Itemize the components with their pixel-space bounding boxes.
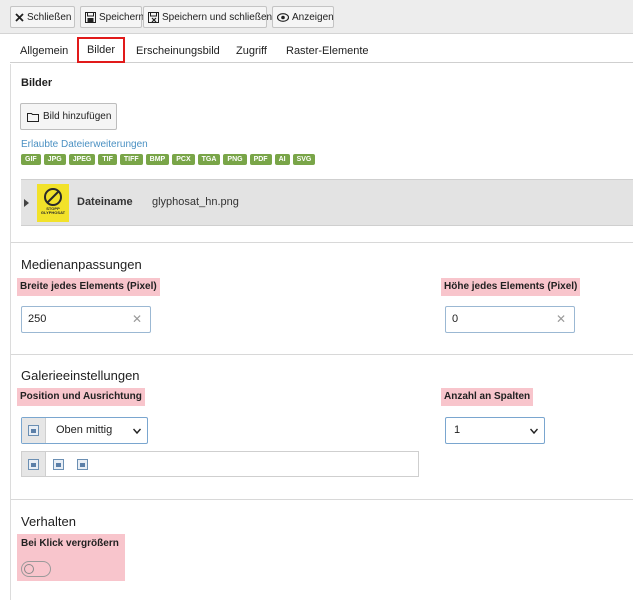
position-select-value: Oben mittig xyxy=(56,424,113,436)
filename-label: Dateiname xyxy=(77,196,133,208)
section-divider xyxy=(11,354,633,355)
position-select[interactable]: Oben mittig xyxy=(21,417,148,444)
clear-icon[interactable]: ✕ xyxy=(132,307,142,332)
tab-raster-elemente[interactable]: Raster-Elemente xyxy=(286,39,369,63)
section-divider xyxy=(11,499,633,500)
toolbar: Schließen Speichern Speichern und schlie… xyxy=(0,0,633,34)
columns-select[interactable]: 1 xyxy=(445,417,545,444)
click-enlarge-toggle[interactable] xyxy=(21,561,51,577)
extension-badge: PCX xyxy=(172,154,195,165)
toggle-knob xyxy=(24,564,34,574)
extension-badge: GIF xyxy=(21,154,41,165)
close-button[interactable]: Schließen xyxy=(10,6,75,28)
floppy-disk-icon xyxy=(85,11,96,23)
filename-value: glyphosat_hn.png xyxy=(152,196,239,208)
tab-content: Bilder Bild hinzufügen Erlaubte Dateierw… xyxy=(10,64,633,600)
expand-caret-icon[interactable] xyxy=(24,198,29,210)
clear-icon[interactable]: ✕ xyxy=(556,307,566,332)
add-image-label: Bild hinzufügen xyxy=(43,111,112,122)
save-and-close-button[interactable]: Speichern und schließen xyxy=(143,6,272,28)
position-options-bar xyxy=(21,451,419,477)
save-and-close-button-label: Speichern und schließen xyxy=(162,11,273,23)
extension-badge: BMP xyxy=(145,154,170,165)
extension-badge: TGA xyxy=(197,154,221,165)
position-option-top-center[interactable] xyxy=(46,452,70,476)
align-top-center-icon xyxy=(52,458,64,470)
extension-badge: TIF xyxy=(98,154,117,165)
close-button-label: Schließen xyxy=(27,11,72,23)
section-divider xyxy=(11,242,633,243)
tab-erscheinungsbild[interactable]: Erscheinungsbild xyxy=(136,39,220,63)
save-button-label: Speichern xyxy=(99,11,145,23)
tab-zugriff[interactable]: Zugriff xyxy=(236,39,267,63)
extension-badge: JPG xyxy=(43,154,66,165)
allowed-extensions-link[interactable]: Erlaubte Dateierweiterungen xyxy=(21,139,148,150)
folder-icon xyxy=(27,112,39,122)
tab-bar: Allgemein Bilder Erscheinungsbild Zugrif… xyxy=(10,37,633,63)
view-button-label: Anzeigen xyxy=(292,11,334,23)
extension-badge: TIFF xyxy=(119,154,143,165)
chevron-down-icon xyxy=(530,428,538,435)
file-row[interactable]: STOPP GLYPHOSAT Dateiname glyphosat_hn.p… xyxy=(21,179,633,226)
position-option-top-right[interactable] xyxy=(70,452,94,476)
gallery-section-title: Galerieeinstellungen xyxy=(21,368,140,383)
position-field-label: Position und Ausrichtung xyxy=(17,388,145,406)
chevron-down-icon xyxy=(133,428,141,435)
save-button[interactable]: Speichern xyxy=(80,6,145,28)
columns-select-value: 1 xyxy=(454,424,461,436)
close-icon xyxy=(15,11,24,23)
click-enlarge-field: Bei Klick vergrößern xyxy=(17,534,125,581)
height-input-value: 0 xyxy=(452,313,459,325)
tab-allgemein[interactable]: Allgemein xyxy=(20,39,68,63)
position-preview-icon xyxy=(22,418,46,443)
click-enlarge-label: Bei Klick vergrößern xyxy=(21,538,119,549)
position-option-top-left[interactable] xyxy=(22,452,46,476)
images-section-title: Bilder xyxy=(21,77,53,89)
width-input[interactable]: 250 ✕ xyxy=(21,306,151,333)
extension-badge: JPEG xyxy=(68,154,96,165)
view-button[interactable]: Anzeigen xyxy=(272,6,334,28)
width-field-label: Breite jedes Elements (Pixel) xyxy=(17,278,160,296)
no-sign-icon xyxy=(44,188,62,206)
height-input[interactable]: 0 ✕ xyxy=(445,306,575,333)
media-section-title: Medienanpassungen xyxy=(21,257,142,272)
file-thumbnail: STOPP GLYPHOSAT xyxy=(37,184,69,222)
floppy-disk-close-icon xyxy=(148,11,159,23)
extension-badge: PNG xyxy=(223,154,247,165)
eye-icon xyxy=(277,11,289,23)
align-top-right-icon xyxy=(76,458,88,470)
columns-field-label: Anzahl an Spalten xyxy=(441,388,534,406)
width-input-value: 250 xyxy=(28,313,47,325)
thumbnail-text: STOPP GLYPHOSAT xyxy=(40,206,66,215)
tab-bilder[interactable]: Bilder xyxy=(77,37,125,63)
add-image-button[interactable]: Bild hinzufügen xyxy=(20,103,117,130)
behavior-section-title: Verhalten xyxy=(21,514,76,529)
extension-badges: GIF JPG JPEG TIF TIFF BMP PCX TGA PNG PD… xyxy=(21,154,316,165)
align-top-left-icon xyxy=(28,458,39,470)
height-field-label: Höhe jedes Elements (Pixel) xyxy=(441,278,581,296)
extension-badge: PDF xyxy=(249,154,272,165)
extension-badge: AI xyxy=(274,154,290,165)
extension-badge: SVG xyxy=(292,154,316,165)
